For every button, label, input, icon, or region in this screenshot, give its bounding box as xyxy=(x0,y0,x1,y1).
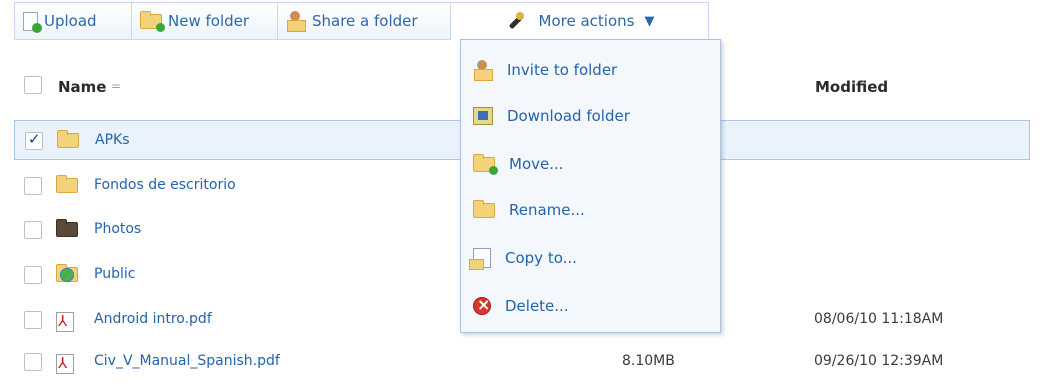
chevron-down-icon: ▼ xyxy=(644,13,655,29)
share-folder-button[interactable]: Share a folder xyxy=(277,2,450,40)
new-folder-label: New folder xyxy=(168,12,250,30)
copy-icon xyxy=(469,248,491,270)
folder-icon xyxy=(57,130,79,148)
row-checkbox[interactable] xyxy=(25,130,43,150)
menu-item-move[interactable]: Move... xyxy=(461,144,720,184)
invite-icon xyxy=(473,60,493,81)
menu-item-invite-to-folder[interactable]: Invite to folder xyxy=(461,50,720,90)
menu-item-download-folder[interactable]: Download folder xyxy=(461,96,720,136)
new-folder-button[interactable]: New folder xyxy=(131,2,277,40)
table-row[interactable]: Civ_V_Manual_Spanish.pdf 8.10MB 09/26/10… xyxy=(14,342,1047,382)
pdf-icon xyxy=(56,354,74,374)
rename-icon xyxy=(473,199,495,218)
menu-item-label: Copy to... xyxy=(505,249,577,267)
upload-icon xyxy=(23,11,42,33)
menu-item-copy-to[interactable]: Copy to... xyxy=(461,238,720,278)
select-all-checkbox[interactable] xyxy=(24,76,42,94)
folder-icon xyxy=(56,175,78,193)
file-name[interactable]: Photos xyxy=(94,221,141,237)
share-folder-icon xyxy=(286,11,306,32)
public-folder-icon xyxy=(56,264,78,282)
row-checkbox[interactable] xyxy=(24,311,42,329)
file-name[interactable]: APKs xyxy=(95,132,130,148)
file-modified: 08/06/10 11:18AM xyxy=(814,311,944,327)
wrench-icon xyxy=(505,11,525,31)
row-checkbox[interactable] xyxy=(24,353,42,371)
row-checkbox[interactable] xyxy=(24,266,42,284)
row-checkbox[interactable] xyxy=(24,177,42,195)
toolbar: Upload New folder Share a folder More ac… xyxy=(14,2,709,40)
file-name[interactable]: Civ_V_Manual_Spanish.pdf xyxy=(94,353,280,369)
file-name[interactable]: Fondos de escritorio xyxy=(94,177,236,193)
upload-label: Upload xyxy=(44,12,97,30)
menu-item-label: Move... xyxy=(509,155,564,173)
move-icon xyxy=(473,153,498,175)
name-column-header[interactable]: Name xyxy=(58,78,106,96)
modified-column-header[interactable]: Modified xyxy=(815,78,888,96)
menu-item-label: Download folder xyxy=(507,107,630,125)
photos-folder-icon xyxy=(56,219,78,237)
file-modified: 09/26/10 12:39AM xyxy=(814,353,944,369)
upload-button[interactable]: Upload xyxy=(14,2,131,40)
delete-icon xyxy=(473,295,491,315)
sort-indicator: = xyxy=(111,79,122,93)
more-actions-label: More actions xyxy=(538,12,635,30)
file-name[interactable]: Public xyxy=(94,266,135,282)
more-actions-menu: Invite to folder Download folder Move...… xyxy=(460,39,721,333)
download-icon xyxy=(473,107,493,125)
share-folder-label: Share a folder xyxy=(312,12,418,30)
menu-item-label: Rename... xyxy=(509,201,585,219)
file-size: 8.10MB xyxy=(622,353,675,369)
new-folder-icon xyxy=(140,10,165,32)
file-name[interactable]: Android intro.pdf xyxy=(94,311,212,327)
row-checkbox[interactable] xyxy=(24,221,42,239)
more-actions-button[interactable]: More actions ▼ xyxy=(450,2,709,40)
pdf-icon xyxy=(56,312,74,332)
menu-item-rename[interactable]: Rename... xyxy=(461,190,720,230)
menu-item-delete[interactable]: Delete... xyxy=(461,286,720,326)
menu-item-label: Invite to folder xyxy=(507,61,618,79)
menu-item-label: Delete... xyxy=(505,297,569,315)
